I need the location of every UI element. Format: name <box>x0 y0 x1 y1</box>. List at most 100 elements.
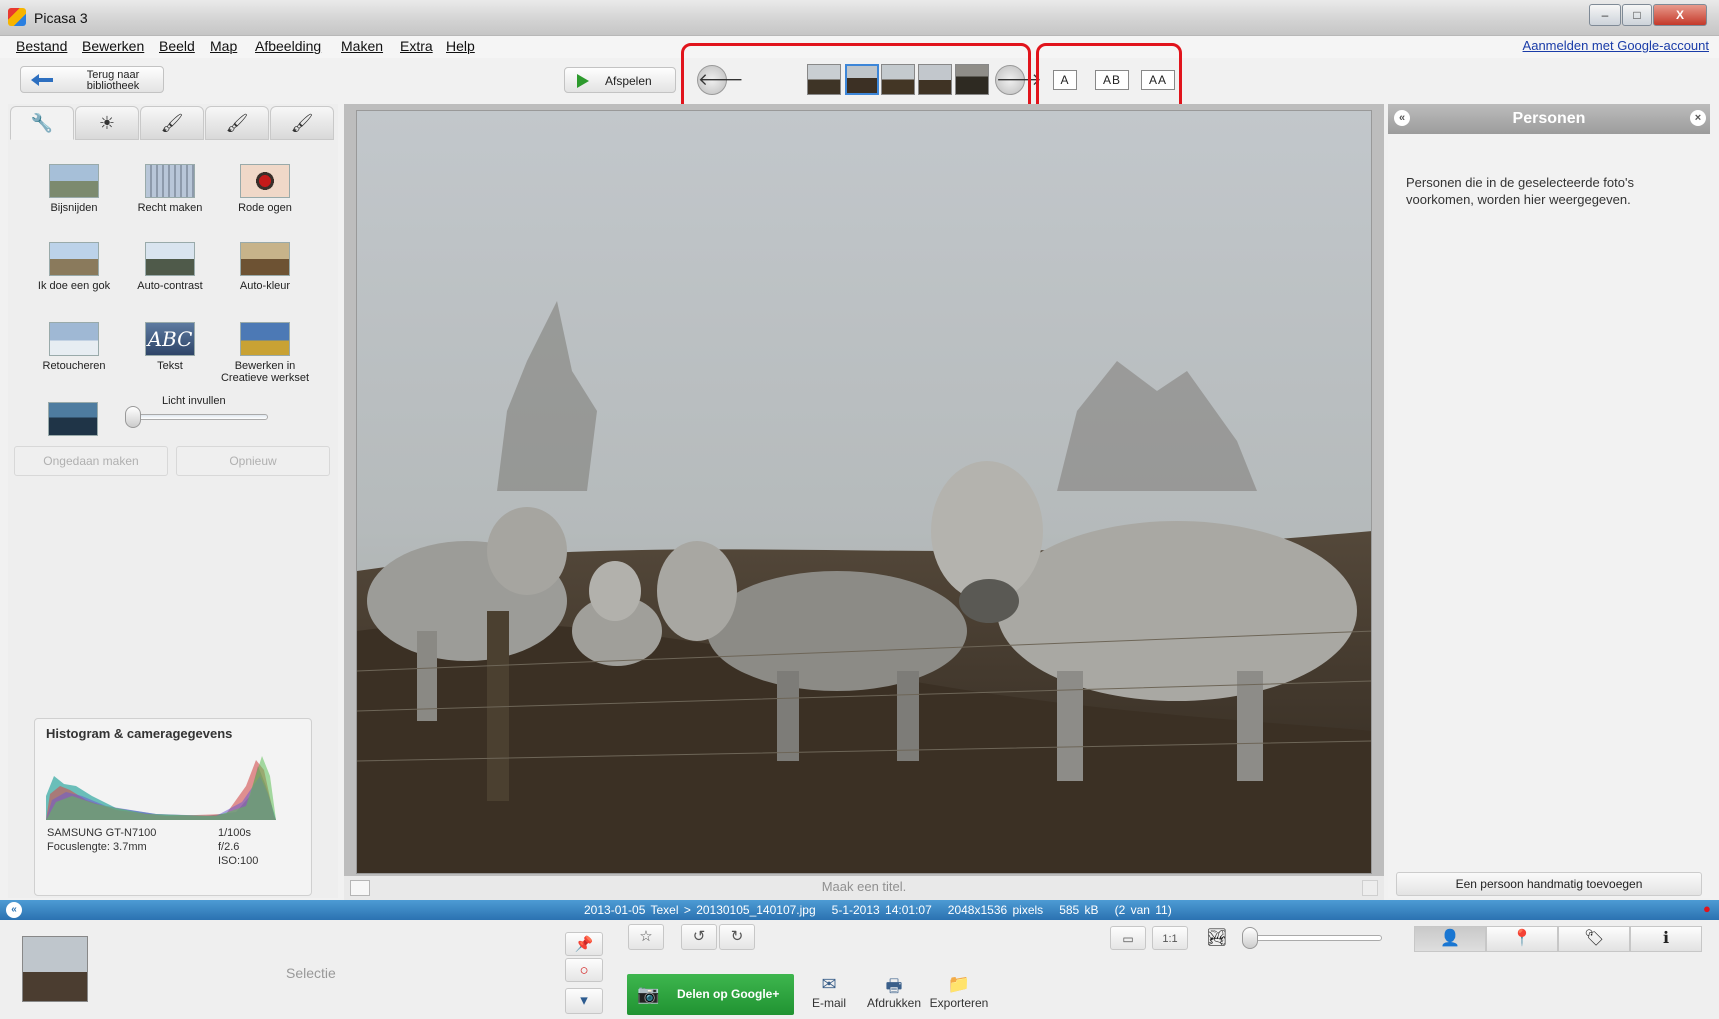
tab-effects-2[interactable]: 🖌 <box>205 106 269 140</box>
fill-light-icon <box>48 402 98 436</box>
tool-label: Retoucheren <box>42 360 106 372</box>
print-label: Afdrukken <box>866 996 922 1010</box>
camera-plus-icon: 📷 <box>637 984 660 1004</box>
tool-label: Ik doe een gok <box>37 280 111 292</box>
straighten-tool[interactable]: Recht maken <box>126 164 214 214</box>
creative-kit-icon <box>240 322 290 356</box>
im-feeling-lucky-tool[interactable]: Ik doe een gok <box>30 242 118 292</box>
tab-info[interactable]: ℹ <box>1630 926 1702 952</box>
tab-effects-3[interactable]: 🖌 <box>270 106 334 140</box>
maximize-button[interactable]: □ <box>1622 4 1652 26</box>
creative-kit-tool[interactable]: Bewerken in Creatieve werkset <box>215 322 315 384</box>
photo-info: 2013-01-05 Texel > 20130105_140107.jpg 5… <box>584 903 1172 917</box>
collapse-panel-icon[interactable]: « <box>1394 110 1410 126</box>
close-button[interactable]: X <box>1653 4 1707 26</box>
actual-size-button[interactable]: 1:1 <box>1152 926 1188 950</box>
menu-help[interactable]: Help <box>446 38 475 54</box>
menu-bestand[interactable]: Bestand <box>16 38 67 54</box>
tab-basic-fixes[interactable]: 🔧 <box>10 106 74 140</box>
auto-color-tool[interactable]: Auto-kleur <box>221 242 309 292</box>
photo-path: 2013-01-05 Texel > 20130105_140107.jpg <box>584 903 816 917</box>
tab-people[interactable]: 👤 <box>1414 926 1486 952</box>
tab-effects-1[interactable]: 🖌 <box>140 106 204 140</box>
play-label: Afspelen <box>605 74 652 88</box>
tool-label: Bijsnijden <box>50 202 98 214</box>
hold-pin-button[interactable]: 📌 <box>565 932 603 956</box>
lucky-icon <box>49 242 99 276</box>
undo-button[interactable]: Ongedaan maken <box>14 446 168 476</box>
tool-label: Auto-kleur <box>239 280 291 292</box>
close-panel-icon[interactable]: × <box>1690 110 1706 126</box>
retouch-tool[interactable]: Retoucheren <box>30 322 118 372</box>
tool-label: Rode ogen <box>238 202 292 214</box>
tool-label: Bewerken in Creatieve werkset <box>220 360 310 384</box>
crop-icon <box>49 164 99 198</box>
people-panel-description: Personen die in de geselecteerde foto's … <box>1406 175 1634 207</box>
slideshow-button[interactable]: Afspelen <box>564 67 676 93</box>
photo-size: 585 kB <box>1059 903 1099 917</box>
signin-link[interactable]: Aanmelden met Google-account <box>1523 38 1709 53</box>
back-to-library-button[interactable]: Terug naar bibliotheek <box>20 66 164 93</box>
email-icon: ✉ <box>821 974 837 994</box>
photo-position: (2 van 11) <box>1114 903 1172 917</box>
text-abc-icon: ABC <box>145 322 195 356</box>
print-button[interactable]: 🖶 Afdrukken <box>862 974 926 1010</box>
menu-map[interactable]: Map <box>210 38 237 54</box>
caption-input[interactable]: Maak een titel. <box>344 879 1384 894</box>
crop-tool[interactable]: Bijsnijden <box>30 164 118 214</box>
tray-thumbnail[interactable] <box>22 936 88 1002</box>
histogram-chart <box>46 756 276 820</box>
shutter-speed: 1/100s <box>218 827 252 839</box>
add-to-album-button[interactable]: ▾ <box>565 988 603 1014</box>
fill-light-slider-handle[interactable] <box>125 406 141 428</box>
share-label: Delen op Google+ <box>677 987 780 1001</box>
auto-contrast-tool[interactable]: Auto-contrast <box>126 242 214 292</box>
back-label-line2: bibliotheek <box>86 80 140 92</box>
tab-tuning[interactable]: ☀ <box>75 106 139 140</box>
aperture: f/2.6 <box>218 841 240 853</box>
add-person-button[interactable]: Een persoon handmatig toevoegen <box>1396 872 1702 896</box>
collapse-tray-icon[interactable]: « <box>6 902 22 918</box>
tab-tags[interactable]: 🏷 <box>1558 926 1630 952</box>
main-photo[interactable] <box>356 110 1372 874</box>
menu-beeld[interactable]: Beeld <box>159 38 195 54</box>
zoom-slider-handle[interactable] <box>1242 927 1258 949</box>
title-bar <box>0 0 1719 36</box>
star-button[interactable]: ☆ <box>628 924 664 950</box>
redeye-tool[interactable]: Rode ogen <box>221 164 309 214</box>
auto-contrast-icon <box>145 242 195 276</box>
share-google-plus-button[interactable]: 📷 Delen op Google+ <box>627 974 794 1015</box>
redo-button[interactable]: Opnieuw <box>176 446 330 476</box>
people-panel <box>1388 104 1710 898</box>
tool-label: Tekst <box>157 360 183 372</box>
text-tool[interactable]: ABC Tekst <box>126 322 214 372</box>
camera-model: SAMSUNG GT-N7100 <box>47 827 157 839</box>
trash-icon[interactable] <box>1362 880 1378 896</box>
fit-to-screen-button[interactable]: ▭ <box>1110 926 1146 950</box>
email-button[interactable]: ✉ E-mail <box>797 974 861 1010</box>
menu-maken[interactable]: Maken <box>341 38 383 54</box>
fill-light-label: Licht invullen <box>162 395 226 407</box>
photo-image <box>357 111 1371 873</box>
rotate-left-button[interactable]: ↺ <box>681 924 717 950</box>
printer-icon: 🖶 <box>885 976 903 996</box>
export-label: Exporteren <box>929 996 989 1010</box>
tool-label: Recht maken <box>137 202 203 214</box>
photo-date: 5-1-2013 14:01:07 <box>831 903 932 917</box>
photo-dimensions: 2048x1536 pixels <box>947 903 1044 917</box>
zoom-slider[interactable] <box>1252 935 1382 941</box>
rotate-right-button[interactable]: ↻ <box>719 924 755 950</box>
window-title: Picasa 3 <box>34 10 88 26</box>
menu-bewerken[interactable]: Bewerken <box>82 38 144 54</box>
menu-afbeelding[interactable]: Afbeelding <box>255 38 321 54</box>
zoom-icon: 🏞 <box>1206 928 1228 947</box>
menu-extra[interactable]: Extra <box>400 38 433 54</box>
tab-places[interactable]: 📍 <box>1486 926 1558 952</box>
people-panel-title: Personen <box>1512 110 1586 127</box>
minimize-button[interactable]: – <box>1589 4 1621 26</box>
export-button[interactable]: 📁 Exporteren <box>927 974 991 1010</box>
fill-light-slider[interactable] <box>128 414 268 420</box>
auto-color-icon <box>240 242 290 276</box>
focal-length: Focuslengte: 3.7mm <box>47 841 147 853</box>
clear-selection-button[interactable]: ○ <box>565 958 603 982</box>
